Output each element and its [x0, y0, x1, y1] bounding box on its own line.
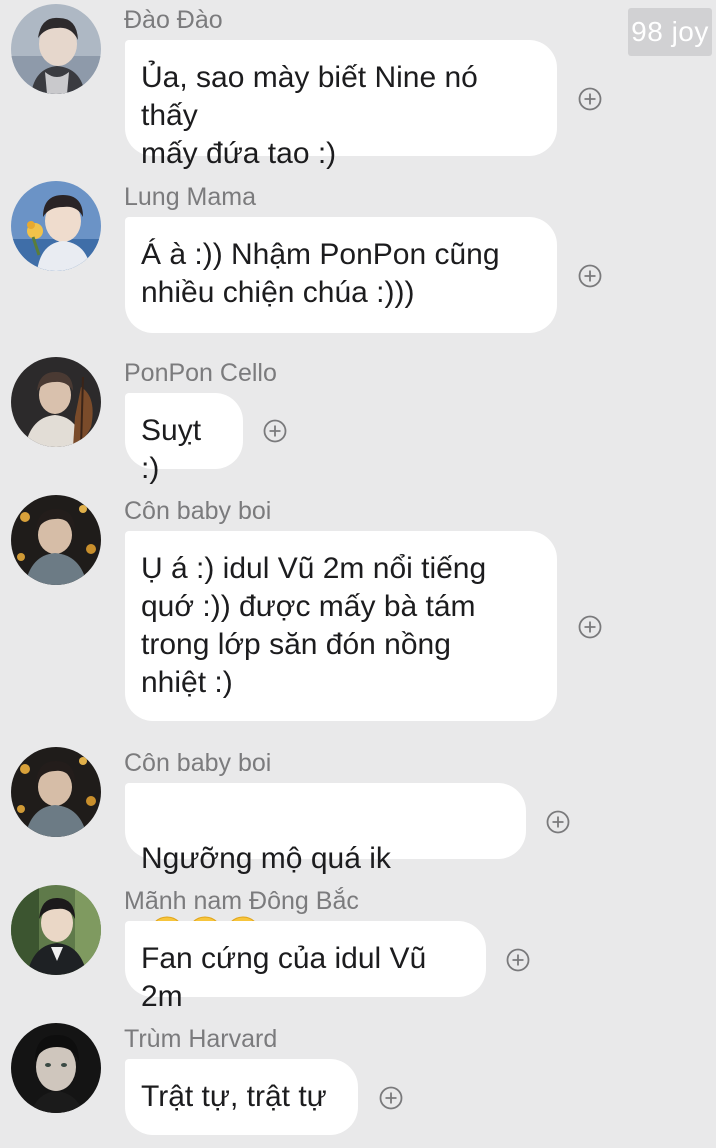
chat-message: Côn baby boi Ụ á :) idul Vũ 2m nổi tiếng…	[0, 491, 716, 731]
sender-name: Trùm Harvard	[124, 1025, 278, 1053]
chat-message: PonPon Cello Suỵt :)	[0, 353, 716, 485]
sender-name: Côn baby boi	[124, 497, 272, 525]
avatar[interactable]	[11, 885, 101, 975]
sender-name: Đào Đào	[124, 6, 223, 34]
add-reaction-icon[interactable]	[263, 419, 287, 443]
chat-message: Trùm Harvard Trật tự, trật tự	[0, 1019, 716, 1144]
sender-name: PonPon Cello	[124, 359, 277, 387]
sender-name: Côn baby boi	[124, 749, 272, 777]
message-bubble[interactable]: Suỵt :)	[125, 393, 243, 485]
add-reaction-icon[interactable]	[506, 948, 530, 972]
message-text: Ngưỡng mộ quá ik	[141, 842, 391, 875]
add-reaction-icon[interactable]	[578, 87, 602, 111]
message-bubble[interactable]: Á à :)) Nhậm PonPon cũng nhiều chiện chú…	[125, 217, 557, 333]
message-bubble[interactable]: Fan cứng của idul Vũ 2m	[125, 921, 486, 1013]
avatar[interactable]	[11, 181, 101, 271]
sender-name: Lung Mama	[124, 183, 257, 211]
message-bubble[interactable]: Trật tự, trật tự	[125, 1059, 358, 1135]
message-bubble[interactable]: Ủa, sao mày biết Nine nó thấy mấy đứa ta…	[125, 40, 557, 170]
chat-message: Mãnh nam Đông Bắc Fan cứng của idul Vũ 2…	[0, 881, 716, 1013]
add-reaction-icon[interactable]	[379, 1086, 403, 1110]
avatar[interactable]	[11, 1023, 101, 1113]
add-reaction-icon[interactable]	[546, 810, 570, 834]
avatar[interactable]	[11, 357, 101, 447]
add-reaction-icon[interactable]	[578, 264, 602, 288]
message-bubble[interactable]: Ụ á :) idul Vũ 2m nổi tiếng quớ :)) được…	[125, 531, 557, 721]
sender-name: Mãnh nam Đông Bắc	[124, 887, 359, 915]
avatar[interactable]	[11, 4, 101, 94]
avatar[interactable]	[11, 747, 101, 837]
chat-message: Lung Mama Á à :)) Nhậm PonPon cũng nhiều…	[0, 177, 716, 342]
avatar[interactable]	[11, 495, 101, 585]
chat-message: Đào Đào Ủa, sao mày biết Nine nó thấy mấ…	[0, 0, 716, 170]
add-reaction-icon[interactable]	[578, 615, 602, 639]
message-bubble[interactable]: Ngưỡng mộ quá ik	[125, 783, 526, 952]
chat-message: Côn baby boi Ngưỡng mộ quá ik	[0, 743, 716, 952]
